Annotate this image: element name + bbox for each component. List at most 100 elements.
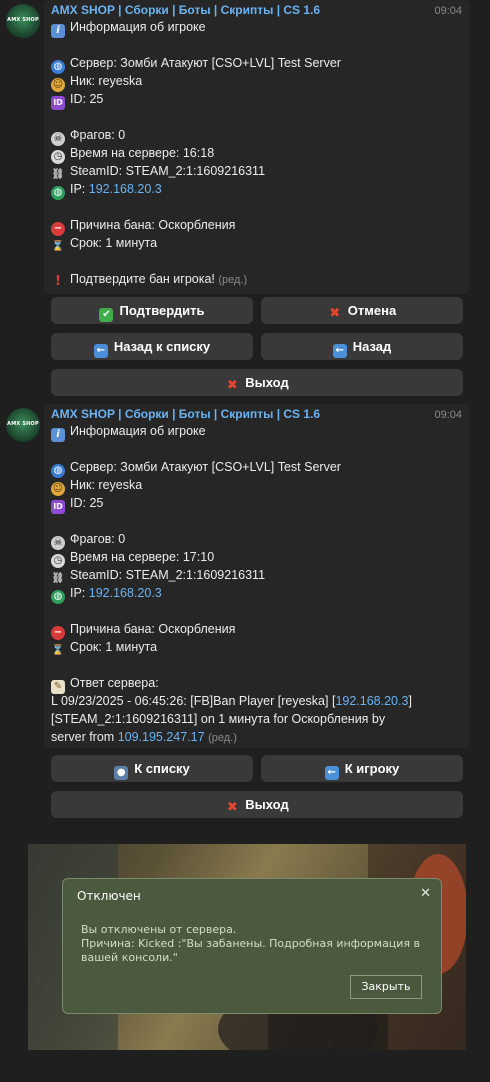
response-text-2: [STEAM_2:1:1609216311] on 1 минута for О…	[51, 712, 386, 726]
reason-line: − Причина бана: Оскорбления	[51, 216, 235, 236]
steamid-line: ⛓ SteamID: STEAM_2:1:1609216311	[51, 162, 265, 182]
to-list-button[interactable]: ● К списку	[51, 755, 253, 782]
response-line-3: server from 109.195.247.17 (ред.)	[51, 728, 237, 747]
dialog-title: Отключен	[77, 889, 141, 903]
steamid-line: ⛓ SteamID: STEAM_2:1:1609216311	[51, 566, 265, 586]
avatar[interactable]: AMX SHOP	[6, 408, 40, 442]
info-icon: i	[51, 428, 65, 442]
time-line: ◷ Время на сервере: 17:10	[51, 548, 214, 568]
nick-line: ☺ Ник: reyeska	[51, 476, 142, 496]
avatar-text: AMX SHOP	[7, 17, 39, 23]
confirm-line: ! Подтвердите бан игрока! (ред.)	[51, 270, 247, 289]
ban-term: Срок: 1 минута	[70, 236, 158, 250]
message-1: AMX SHOP AMX SHOP | Сборки | Боты | Скри…	[0, 0, 470, 400]
users-icon: ●	[114, 766, 129, 780]
check-icon: ✔	[99, 308, 114, 322]
server-name: Сервер: Зомби Атакуют [CSO+LVL] Test Ser…	[70, 56, 341, 70]
nick-line: ☺ Ник: reyeska	[51, 72, 142, 92]
hourglass-icon: ⌛	[51, 241, 65, 252]
message-bubble: AMX SHOP | Сборки | Боты | Скрипты | CS …	[44, 0, 470, 294]
cancel-button[interactable]: ✖ Отмена	[261, 297, 463, 324]
sender-name[interactable]: AMX SHOP | Сборки | Боты | Скрипты | CS …	[51, 3, 320, 17]
player-id: ID: 25	[70, 496, 104, 510]
ban-term: Срок: 1 минута	[70, 640, 158, 654]
close-icon[interactable]: ✕	[420, 886, 431, 901]
ip-link[interactable]: 192.168.20.3	[89, 586, 162, 600]
confirm-text: Подтвердите бан игрока!	[70, 272, 215, 286]
to-list-label: К списку	[134, 761, 190, 776]
server-ip-link[interactable]: 109.195.247.17	[118, 730, 205, 744]
info-title: Информация об игроке	[70, 424, 206, 438]
ip-line: ◍ IP: 192.168.20.3	[51, 180, 162, 200]
back-arrow-icon: ←	[93, 344, 108, 358]
player-id: ID: 25	[70, 92, 104, 106]
info-icon: i	[51, 24, 65, 38]
ban-reason: Причина бана: Оскорбления	[70, 218, 236, 232]
response-text-1b: ]	[408, 694, 412, 708]
response-label-line: ✎ Ответ сервера:	[51, 674, 159, 694]
back-button[interactable]: ← Назад	[261, 333, 463, 360]
time-line: ◷ Время на сервере: 16:18	[51, 144, 214, 164]
frags: Фрагов: 0	[70, 128, 126, 142]
cancel-button-label: Отмена	[347, 303, 397, 318]
time-on-server: Время на сервере: 17:10	[70, 550, 215, 564]
steamid: SteamID: STEAM_2:1:1609216311	[70, 164, 266, 178]
dialog-line-2: Причина: Kicked :"Вы забанены. Подробная…	[81, 937, 421, 950]
exit-button[interactable]: ✖ Выход	[51, 369, 463, 396]
response-line-1: L 09/23/2025 - 06:45:26: [FB]Ban Player …	[51, 692, 412, 710]
back-arrow-icon: ←	[332, 344, 347, 358]
frags-line: ☠ Фрагов: 0	[51, 126, 125, 146]
hourglass-icon: ⌛	[51, 645, 65, 656]
back-to-list-label: Назад к списку	[113, 339, 211, 354]
exit-button-label: Выход	[245, 797, 289, 812]
avatar[interactable]: AMX SHOP	[6, 4, 40, 38]
exit-button[interactable]: ✖ Выход	[51, 791, 463, 818]
dialog-close-button[interactable]: Закрыть	[350, 975, 422, 999]
cross-icon: ✖	[329, 306, 341, 321]
cross-icon: ✖	[226, 378, 238, 393]
frags: Фрагов: 0	[70, 532, 126, 546]
response-ip-link[interactable]: 192.168.20.3	[335, 694, 408, 708]
info-title: Информация об игроке	[70, 20, 206, 34]
time-on-server: Время на сервере: 16:18	[70, 146, 215, 160]
ip-link[interactable]: 192.168.20.3	[89, 182, 162, 196]
server-name: Сервер: Зомби Атакуют [CSO+LVL] Test Ser…	[70, 460, 341, 474]
response-line-2: [STEAM_2:1:1609216311] on 1 минута for О…	[51, 710, 385, 728]
id-line: ID ID: 25	[51, 90, 103, 110]
edited-label: (ред.)	[218, 274, 248, 286]
response-label: Ответ сервера:	[70, 676, 159, 690]
back-to-list-button[interactable]: ← Назад к списку	[51, 333, 253, 360]
earth-icon: ◍	[51, 590, 65, 604]
cross-icon: ✖	[226, 800, 238, 815]
back-arrow-icon: ←	[324, 766, 339, 780]
term-line: ⌛ Срок: 1 минута	[51, 234, 157, 254]
reason-line: − Причина бана: Оскорбления	[51, 620, 235, 640]
confirm-button[interactable]: ✔ Подтвердить	[51, 297, 253, 324]
to-player-button[interactable]: ← К игроку	[261, 755, 463, 782]
to-player-label: К игроку	[344, 761, 400, 776]
server-line: ◍ Сервер: Зомби Атакуют [CSO+LVL] Test Se…	[51, 54, 341, 74]
dialog-line-3: вашей консоли."	[81, 951, 178, 964]
message-time: 09:04	[434, 409, 462, 421]
info-title-line: i Информация об игроке	[51, 422, 206, 442]
response-text-1a: L 09/23/2025 - 06:45:26: [FB]Ban Player …	[51, 694, 336, 708]
earth-icon: ◍	[51, 186, 65, 200]
ban-reason: Причина бана: Оскорбления	[70, 622, 236, 636]
response-text-3: server from	[51, 730, 118, 744]
message-time: 09:04	[434, 5, 462, 17]
message-bubble: AMX SHOP | Сборки | Боты | Скрипты | CS …	[44, 404, 470, 748]
term-line: ⌛ Срок: 1 минута	[51, 638, 157, 658]
ip-label: IP:	[70, 182, 89, 196]
steamid: SteamID: STEAM_2:1:1609216311	[70, 568, 266, 582]
message-2: AMX SHOP AMX SHOP | Сборки | Боты | Скри…	[0, 404, 470, 824]
info-title-line: i Информация об игроке	[51, 18, 206, 38]
ip-line: ◍ IP: 192.168.20.3	[51, 584, 162, 604]
confirm-button-label: Подтвердить	[119, 303, 205, 318]
frags-line: ☠ Фрагов: 0	[51, 530, 125, 550]
sender-name[interactable]: AMX SHOP | Сборки | Боты | Скрипты | CS …	[51, 407, 320, 421]
nick: Ник: reyeska	[70, 478, 143, 492]
id-icon: ID	[51, 96, 65, 110]
nick: Ник: reyeska	[70, 74, 143, 88]
exit-button-label: Выход	[245, 375, 289, 390]
ip-label: IP:	[70, 586, 89, 600]
